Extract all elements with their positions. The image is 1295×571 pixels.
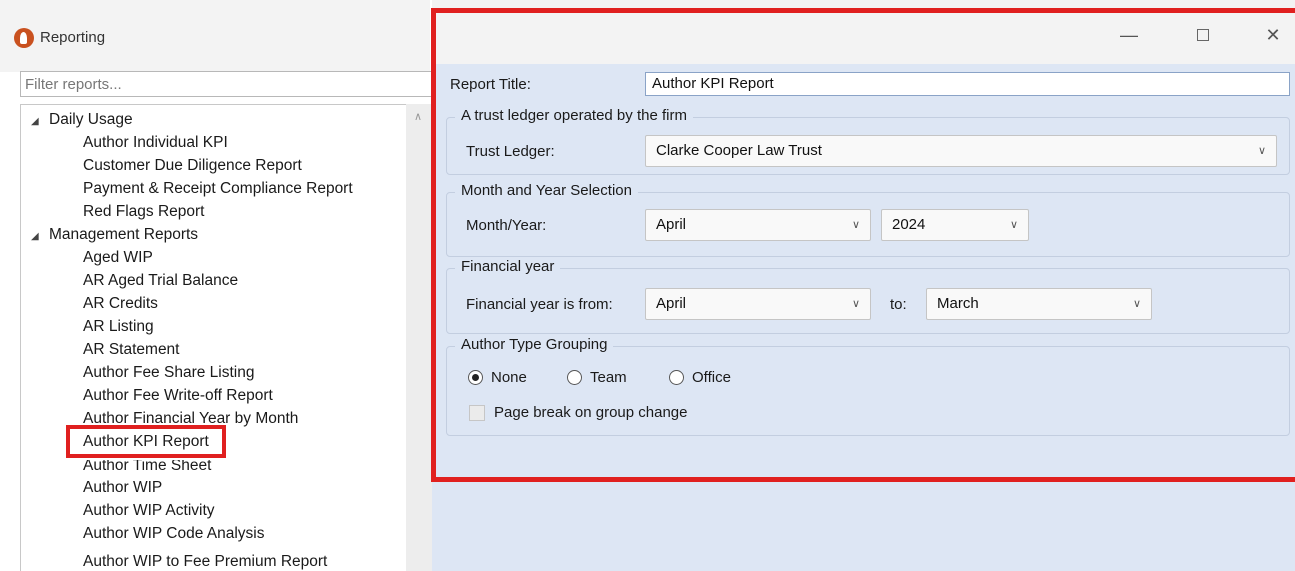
page-break-label: Page break on group change bbox=[494, 404, 688, 421]
tree-item[interactable]: Author WIP Activity bbox=[83, 499, 215, 522]
tree-item[interactable]: AR Aged Trial Balance bbox=[83, 269, 238, 292]
trust-ledger-select[interactable]: Clarke Cooper Law Trust ∨ bbox=[645, 135, 1277, 167]
tree-item[interactable]: Customer Due Diligence Report bbox=[83, 154, 302, 177]
maximize-icon bbox=[1197, 29, 1209, 41]
tree-item[interactable]: AR Credits bbox=[83, 292, 158, 315]
financial-year-group-title: Financial year bbox=[455, 258, 561, 275]
tree-item[interactable]: Author WIP Code Analysis bbox=[83, 522, 265, 545]
financial-to-select[interactable]: March ∨ bbox=[926, 288, 1152, 320]
radio-team[interactable]: Team bbox=[567, 367, 627, 387]
year-value: 2024 bbox=[892, 216, 926, 233]
month-select[interactable]: April ∨ bbox=[645, 209, 871, 241]
financial-to-value: March bbox=[937, 295, 979, 312]
tree-item[interactable]: Author WIP to Fee Premium Report bbox=[83, 550, 327, 571]
radio-selected-icon[interactable] bbox=[468, 369, 483, 385]
tree-item[interactable]: Author Fee Write-off Report bbox=[83, 384, 273, 407]
tree-item-selected[interactable]: Author KPI Report bbox=[66, 425, 226, 458]
year-select[interactable]: 2024 ∨ bbox=[881, 209, 1029, 241]
collapse-triangle-icon[interactable]: ◢ bbox=[31, 225, 49, 248]
author-type-group-title: Author Type Grouping bbox=[455, 336, 614, 353]
tree-item[interactable]: Payment & Receipt Compliance Report bbox=[83, 177, 353, 200]
minimize-button[interactable]: — bbox=[1114, 22, 1144, 48]
chevron-down-icon: ∨ bbox=[851, 219, 860, 231]
tree-item[interactable]: Author Time Sheet bbox=[83, 460, 211, 477]
radio-office[interactable]: Office bbox=[669, 367, 731, 387]
month-value: April bbox=[656, 216, 687, 233]
author-type-group: Author Type Grouping bbox=[446, 336, 1290, 436]
chevron-down-icon: ∨ bbox=[1257, 145, 1266, 157]
chevron-down-icon: ∨ bbox=[1009, 219, 1018, 231]
report-title-input[interactable]: Author KPI Report bbox=[645, 72, 1290, 96]
tree-item[interactable]: Red Flags Report bbox=[83, 200, 204, 223]
tree-item[interactable]: Author Individual KPI bbox=[83, 131, 228, 154]
financial-from-label: Financial year is from: bbox=[466, 296, 613, 313]
page-break-checkbox[interactable] bbox=[469, 405, 485, 421]
tree-scrollbar[interactable]: ∧ bbox=[406, 104, 432, 571]
radio-icon[interactable] bbox=[567, 369, 582, 385]
reports-tree[interactable]: ◢ Daily Usage Author Individual KPI Custo… bbox=[20, 104, 406, 571]
financial-from-select[interactable]: April ∨ bbox=[645, 288, 871, 320]
tree-group-daily-usage[interactable]: ◢ Daily Usage bbox=[31, 108, 133, 131]
tree-item[interactable]: Author WIP bbox=[83, 476, 162, 499]
trust-ledger-label: Trust Ledger: bbox=[466, 143, 555, 160]
tree-group-management-reports[interactable]: ◢ Management Reports bbox=[31, 223, 198, 246]
report-options-panel: — ✕ Report Title: Author KPI Report A tr… bbox=[432, 0, 1295, 571]
tree-item[interactable]: Author Financial Year by Month bbox=[83, 407, 298, 430]
month-year-group-title: Month and Year Selection bbox=[455, 182, 638, 199]
trust-ledger-group-title: A trust ledger operated by the firm bbox=[455, 107, 693, 124]
author-type-radio-group: None Team Office bbox=[468, 367, 868, 389]
left-titlebar: Reporting bbox=[0, 0, 430, 72]
app-title: Reporting bbox=[40, 29, 106, 46]
radio-none[interactable]: None bbox=[468, 367, 527, 387]
radio-icon[interactable] bbox=[669, 369, 684, 385]
app-logo-icon bbox=[14, 28, 34, 48]
window-titlebar: — ✕ bbox=[432, 0, 1295, 64]
report-title-label: Report Title: bbox=[450, 76, 531, 93]
scroll-up-icon[interactable]: ∧ bbox=[414, 110, 422, 123]
trust-ledger-value: Clarke Cooper Law Trust bbox=[656, 142, 822, 159]
filter-reports-input[interactable] bbox=[20, 71, 432, 97]
maximize-button[interactable] bbox=[1188, 22, 1218, 48]
tree-item[interactable]: AR Statement bbox=[83, 338, 180, 361]
close-button[interactable]: ✕ bbox=[1258, 22, 1288, 48]
chevron-down-icon: ∨ bbox=[851, 298, 860, 310]
chevron-down-icon: ∨ bbox=[1132, 298, 1141, 310]
tree-item[interactable]: Aged WIP bbox=[83, 246, 153, 269]
financial-to-label: to: bbox=[890, 296, 907, 313]
tree-item[interactable]: AR Listing bbox=[83, 315, 154, 338]
month-year-label: Month/Year: bbox=[466, 217, 547, 234]
collapse-triangle-icon[interactable]: ◢ bbox=[31, 110, 49, 133]
financial-from-value: April bbox=[656, 295, 687, 312]
tree-item[interactable]: Author Fee Share Listing bbox=[83, 361, 254, 384]
